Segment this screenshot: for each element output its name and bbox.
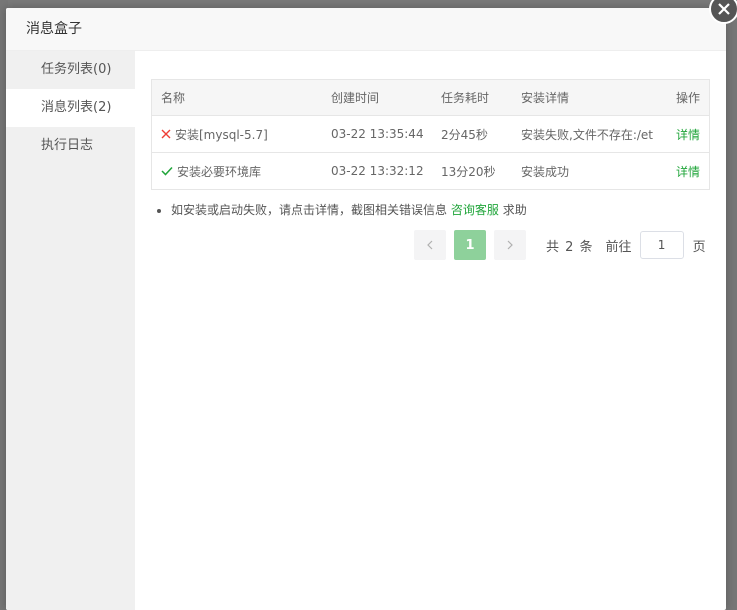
next-page-button[interactable] bbox=[494, 230, 526, 260]
cross-icon bbox=[161, 128, 171, 142]
sidebar-item-task-list[interactable]: 任务列表(0) bbox=[6, 51, 135, 89]
prev-page-button[interactable] bbox=[414, 230, 446, 260]
col-header-name: 名称 bbox=[151, 79, 322, 116]
cell-action: 详情 bbox=[667, 153, 710, 190]
total-count: 共 2 条 bbox=[546, 239, 594, 255]
cell-name: 安装必要环境库 bbox=[152, 153, 323, 190]
sidebar-item-execution-log[interactable]: 执行日志 bbox=[6, 127, 135, 165]
col-header-detail: 安装详情 bbox=[512, 79, 667, 116]
sidebar-item-message-list[interactable]: 消息列表(2) bbox=[6, 89, 135, 127]
cell-created: 03-22 13:32:12 bbox=[331, 164, 424, 178]
col-header-duration: 任务耗时 bbox=[432, 79, 512, 116]
message-table: 名称 创建时间 任务耗时 安装详情 操作 安装[mysql-5.7] 03-22… bbox=[151, 79, 710, 190]
message-list-panel: 名称 创建时间 任务耗时 安装详情 操作 安装[mysql-5.7] 03-22… bbox=[151, 79, 711, 260]
pagination: 1 共 2 条 前往 页 bbox=[414, 230, 706, 260]
task-name: 安装必要环境库 bbox=[177, 164, 262, 179]
cell-duration: 13分20秒 bbox=[441, 164, 496, 179]
table-header-row: 名称 创建时间 任务耗时 安装详情 操作 bbox=[151, 79, 710, 116]
close-icon bbox=[718, 3, 730, 15]
sidebar: 任务列表(0) 消息列表(2) 执行日志 bbox=[6, 51, 135, 610]
col-header-created: 创建时间 bbox=[322, 79, 432, 116]
table-row: 安装必要环境库 03-22 13:32:12 13分20秒 安装成功 详情 bbox=[152, 153, 710, 190]
bullet-dot bbox=[157, 208, 161, 213]
cell-detail: 安装失败,文件不存在:/et bbox=[512, 115, 667, 153]
cell-action: 详情 bbox=[667, 115, 710, 153]
message-box-dialog: 消息盒子 任务列表(0) 消息列表(2) 执行日志 名称 创建时间 任务耗时 安… bbox=[6, 8, 726, 610]
goto-label: 前往 bbox=[605, 239, 632, 255]
col-header-action: 操作 bbox=[667, 79, 710, 116]
check-icon bbox=[161, 165, 173, 179]
cell-name: 安装[mysql-5.7] bbox=[151, 115, 322, 153]
chevron-right-icon bbox=[507, 240, 513, 250]
cell-detail: 安装成功 bbox=[521, 164, 570, 179]
cell-duration: 2分45秒 bbox=[432, 115, 512, 153]
detail-link[interactable]: 详情 bbox=[676, 165, 700, 179]
detail-link[interactable]: 详情 bbox=[676, 128, 700, 142]
task-name: 安装[mysql-5.7] bbox=[175, 127, 268, 142]
hint-text-after: 求助 bbox=[502, 203, 527, 217]
background-right-strip bbox=[725, 0, 737, 610]
hint-text: 如安装或启动失败，请点击详情，截图相关错误信息 bbox=[171, 203, 448, 217]
contact-support-link[interactable]: 咨询客服 bbox=[451, 203, 499, 217]
page-unit-label: 页 bbox=[692, 239, 706, 255]
help-hint: 如安装或启动失败，请点击详情，截图相关错误信息 咨询客服 求助 bbox=[151, 201, 711, 218]
cell-created: 03-22 13:35:44 bbox=[322, 115, 432, 153]
chevron-left-icon bbox=[427, 240, 433, 250]
goto-page-input[interactable] bbox=[639, 231, 684, 259]
table-row: 安装[mysql-5.7] 03-22 13:35:44 2分45秒 安装失败,… bbox=[151, 115, 710, 153]
dialog-title: 消息盒子 bbox=[6, 8, 726, 51]
page-number-current[interactable]: 1 bbox=[454, 230, 486, 260]
